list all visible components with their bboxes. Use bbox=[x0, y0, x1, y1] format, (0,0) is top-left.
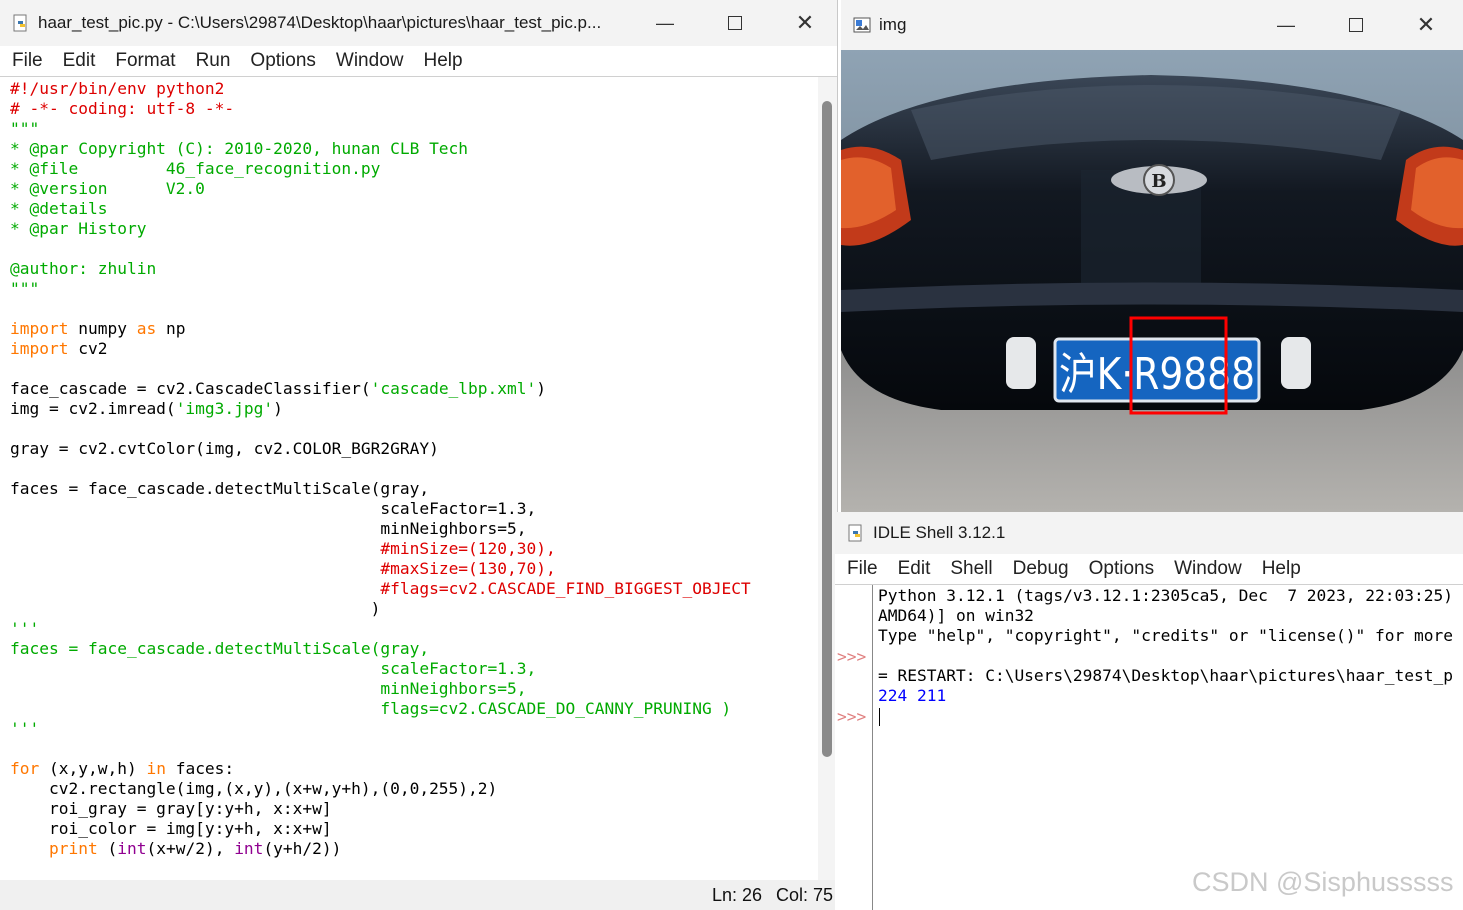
code-editor[interactable]: #!/usr/bin/env python2 # -*- coding: utf… bbox=[10, 79, 816, 877]
editor-statusbar: Ln: 26 Col: 75 bbox=[0, 880, 837, 910]
shell-line: Type "help", "copyright", "credits" or "… bbox=[878, 626, 1453, 645]
maximize-icon[interactable] bbox=[1321, 0, 1391, 50]
menu-help[interactable]: Help bbox=[423, 50, 462, 72]
editor-window: haar_test_pic.py - C:\Users\29874\Deskto… bbox=[0, 0, 838, 910]
shell-title: IDLE Shell 3.12.1 bbox=[873, 523, 1006, 542]
status-col: Col: 75 bbox=[776, 885, 834, 905]
menu-format[interactable]: Format bbox=[115, 50, 175, 72]
shell-menu-edit[interactable]: Edit bbox=[898, 558, 931, 580]
shell-menubar: File Edit Shell Debug Options Window Hel… bbox=[835, 554, 1463, 584]
minimize-icon[interactable]: — bbox=[1251, 0, 1321, 50]
shell-output[interactable]: Python 3.12.1 (tags/v3.12.1:2305ca5, Dec… bbox=[878, 586, 1463, 910]
maximize-icon[interactable] bbox=[700, 0, 770, 46]
shell-line: = RESTART: C:\Users\29874\Desktop\haar\p… bbox=[878, 666, 1453, 685]
shell-menu-debug[interactable]: Debug bbox=[1013, 558, 1069, 580]
editor-title: haar_test_pic.py - C:\Users\29874\Deskto… bbox=[38, 13, 602, 32]
editor-divider bbox=[0, 76, 837, 77]
minimize-icon[interactable]: — bbox=[630, 0, 700, 46]
image-window: img — ✕ B 沪K·R9888 bbox=[841, 0, 1463, 512]
image-title: img bbox=[879, 15, 907, 34]
editor-menubar: File Edit Format Run Options Window Help bbox=[0, 46, 837, 76]
menu-options[interactable]: Options bbox=[250, 50, 315, 72]
close-icon[interactable]: ✕ bbox=[770, 0, 837, 46]
shell-titlebar[interactable]: IDLE Shell 3.12.1 bbox=[835, 512, 1463, 554]
python-file-icon bbox=[13, 14, 27, 32]
shell-menu-options[interactable]: Options bbox=[1089, 558, 1154, 580]
shell-menu-window[interactable]: Window bbox=[1174, 558, 1242, 580]
shell-menu-file[interactable]: File bbox=[847, 558, 878, 580]
menu-run[interactable]: Run bbox=[196, 50, 231, 72]
prompt-marker: >>> bbox=[837, 707, 867, 726]
status-line: Ln: 26 bbox=[712, 885, 763, 905]
shell-menu-help[interactable]: Help bbox=[1262, 558, 1301, 580]
image-window-icon bbox=[853, 17, 871, 33]
watermark: CSDN @Sisphusssss bbox=[1192, 867, 1454, 897]
close-icon[interactable]: ✕ bbox=[1391, 0, 1461, 50]
text-cursor bbox=[879, 708, 880, 726]
shell-window: IDLE Shell 3.12.1 File Edit Shell Debug … bbox=[835, 512, 1463, 910]
idle-shell-icon bbox=[848, 524, 862, 542]
shell-line: Python 3.12.1 (tags/v3.12.1:2305ca5, Dec… bbox=[878, 586, 1453, 605]
shell-gutter: >>> >>> bbox=[835, 585, 873, 910]
menu-edit[interactable]: Edit bbox=[63, 50, 96, 72]
prompt-marker: >>> bbox=[837, 647, 867, 666]
menu-window[interactable]: Window bbox=[336, 50, 404, 72]
scrollbar-thumb[interactable] bbox=[822, 101, 832, 757]
shell-menu-shell[interactable]: Shell bbox=[950, 558, 992, 580]
menu-file[interactable]: File bbox=[12, 50, 43, 72]
svg-text:B: B bbox=[1151, 171, 1166, 192]
car-photo: B 沪K·R9888 bbox=[841, 50, 1463, 512]
shell-divider bbox=[835, 584, 1463, 585]
program-output: 224 211 bbox=[878, 686, 947, 705]
shell-line: AMD64)] on win32 bbox=[878, 606, 1034, 625]
